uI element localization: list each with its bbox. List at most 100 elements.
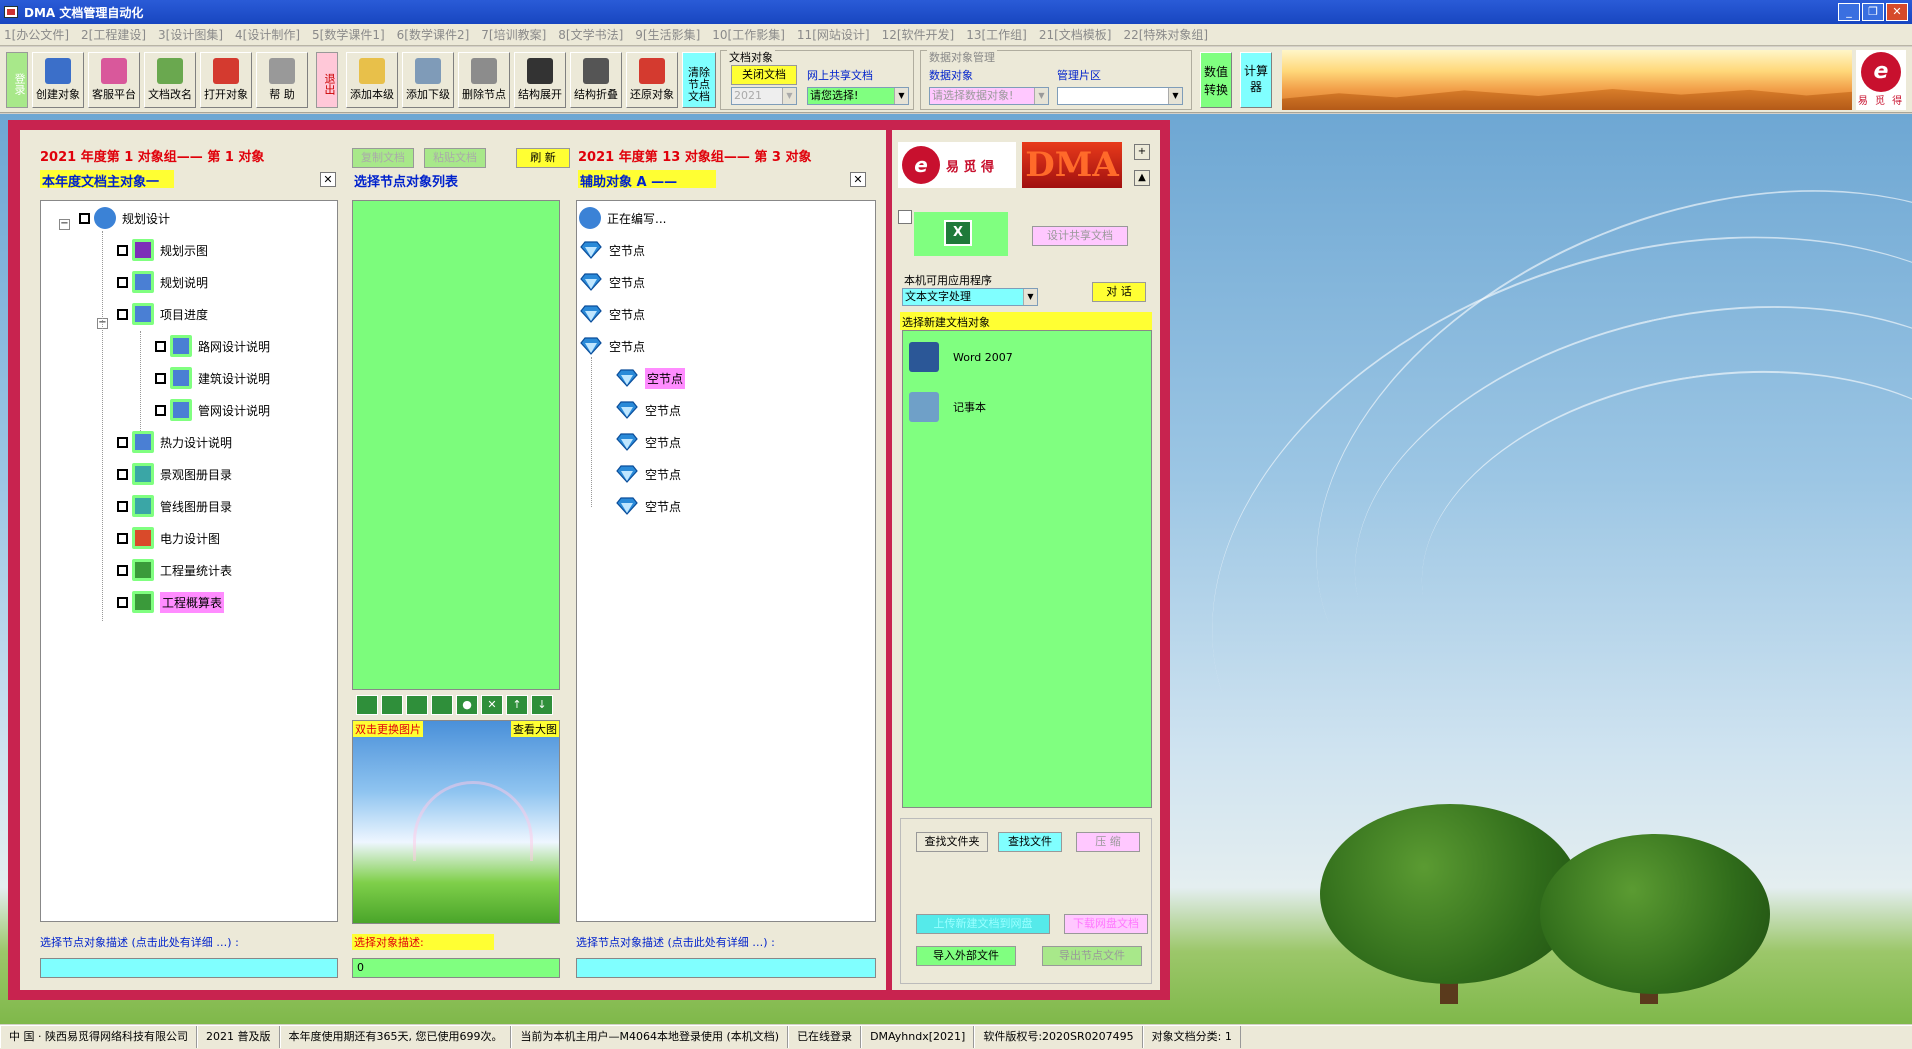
menu-item[interactable]: 3[设计图集] bbox=[158, 26, 223, 43]
move-up-button[interactable]: ↑ bbox=[506, 695, 528, 715]
menu-item[interactable]: 5[数学课件1] bbox=[312, 26, 385, 43]
view-large-label[interactable]: 查看大图 bbox=[511, 721, 559, 737]
change-image-label[interactable]: 双击更换图片 bbox=[353, 721, 423, 737]
aux-node[interactable]: 空节点 bbox=[579, 301, 645, 327]
tree-node[interactable]: 工程量统计表 bbox=[117, 557, 232, 583]
aux-node[interactable]: 正在编写... bbox=[579, 205, 666, 231]
checkbox[interactable] bbox=[117, 564, 128, 576]
collapse-toggle[interactable]: − bbox=[59, 219, 70, 230]
tree-node[interactable]: 管线图册目录 bbox=[117, 493, 232, 519]
checkbox[interactable] bbox=[117, 436, 128, 448]
excel-icon[interactable]: X bbox=[944, 220, 972, 246]
import-file-button[interactable]: 导入外部文件 bbox=[916, 946, 1016, 966]
service-platform-button[interactable]: 客服平台 bbox=[88, 52, 140, 108]
checkbox[interactable] bbox=[117, 308, 128, 320]
help-button[interactable]: 帮 助 bbox=[256, 52, 308, 108]
add-sibling-button[interactable]: 添加本级 bbox=[346, 52, 398, 108]
design-share-button[interactable]: 设计共享文档 bbox=[1032, 226, 1128, 246]
aux-node[interactable]: 空节点 bbox=[579, 237, 645, 263]
export-file-button[interactable]: 导出节点文件 bbox=[1042, 946, 1142, 966]
aux-object-tree[interactable]: 正在编写... 空节点 空节点 空节点 空节点 空节点 空节点 空节点 空节点 空节点 bbox=[576, 200, 876, 922]
checkbox[interactable] bbox=[117, 596, 128, 608]
collapse-structure-button[interactable]: 结构折叠 bbox=[570, 52, 622, 108]
aux-node[interactable]: 空节点 bbox=[615, 429, 681, 455]
checkbox[interactable] bbox=[155, 340, 166, 352]
tree-node[interactable]: 规划设计 bbox=[79, 205, 170, 231]
tree-node[interactable]: 项目进度 bbox=[117, 301, 208, 327]
aux-node[interactable]: 空节点 bbox=[615, 493, 681, 519]
node-desc-field[interactable] bbox=[40, 958, 338, 978]
tree-node[interactable]: 规划示图 bbox=[117, 237, 208, 263]
create-object-button[interactable]: 创建对象 bbox=[32, 52, 84, 108]
dialog-button[interactable]: 对 话 bbox=[1092, 282, 1146, 302]
menu-item[interactable]: 9[生活影集] bbox=[635, 26, 700, 43]
node-desc-label[interactable]: 选择节点对象描述 (点击此处有详细 …) : bbox=[40, 934, 239, 950]
edit-doc-icon[interactable] bbox=[898, 210, 912, 224]
node-object-list[interactable] bbox=[352, 200, 560, 690]
aux-desc-field[interactable] bbox=[576, 958, 876, 978]
login-button[interactable]: 登录 bbox=[6, 52, 28, 108]
region-select[interactable]: ▼ bbox=[1057, 87, 1183, 105]
aux-node[interactable]: 空节点 bbox=[615, 365, 686, 391]
record-button[interactable]: ● bbox=[456, 695, 478, 715]
clear-node-doc-button[interactable]: 清除节点文档 bbox=[682, 52, 716, 108]
move-last-button[interactable] bbox=[431, 695, 453, 715]
aux-node[interactable]: 空节点 bbox=[579, 333, 645, 359]
paste-doc-button[interactable]: 粘贴文档 bbox=[424, 148, 486, 168]
menu-item[interactable]: 13[工作组] bbox=[966, 26, 1027, 43]
plus-button[interactable]: + bbox=[1134, 144, 1150, 160]
menu-item[interactable]: 21[文档模板] bbox=[1039, 26, 1112, 43]
checkbox[interactable] bbox=[117, 276, 128, 288]
tree-node[interactable]: 电力设计图 bbox=[117, 525, 220, 551]
aux-desc-label[interactable]: 选择节点对象描述 (点击此处有详细 …) : bbox=[576, 934, 775, 950]
menu-item[interactable]: 12[软件开发] bbox=[882, 26, 955, 43]
object-desc-field[interactable]: 0 bbox=[352, 958, 560, 978]
new-doc-list[interactable]: Word 2007 记事本 bbox=[902, 330, 1152, 808]
refresh-button[interactable]: 刷 新 bbox=[516, 148, 570, 168]
restore-object-button[interactable]: 还原对象 bbox=[626, 52, 678, 108]
numeric-convert-button[interactable]: 数值转换 bbox=[1200, 52, 1232, 108]
menu-item[interactable]: 7[培训教案] bbox=[481, 26, 546, 43]
checkbox[interactable] bbox=[79, 212, 90, 224]
tree-node[interactable]: 热力设计说明 bbox=[117, 429, 232, 455]
add-child-button[interactable]: 添加下级 bbox=[402, 52, 454, 108]
app-select[interactable]: 文本文字处理 ▼ bbox=[902, 288, 1038, 306]
checkbox[interactable] bbox=[117, 500, 128, 512]
delete-node-button[interactable]: 删除节点 bbox=[458, 52, 510, 108]
menu-item[interactable]: 4[设计制作] bbox=[235, 26, 300, 43]
data-object-select[interactable]: 请选择数据对象! ▼ bbox=[929, 87, 1049, 105]
checkbox[interactable] bbox=[117, 468, 128, 480]
aux-node[interactable]: 空节点 bbox=[615, 397, 681, 423]
checkbox[interactable] bbox=[117, 532, 128, 544]
preview-image[interactable]: 双击更换图片 查看大图 bbox=[352, 720, 560, 924]
menu-item[interactable]: 22[特殊对象组] bbox=[1123, 26, 1208, 43]
doc-select[interactable]: 请您选择! ▼ bbox=[807, 87, 909, 105]
scroll-up-button[interactable]: ▲ bbox=[1134, 170, 1150, 186]
tree-node[interactable]: 管网设计说明 bbox=[155, 397, 270, 423]
expand-structure-button[interactable]: 结构展开 bbox=[514, 52, 566, 108]
checkbox[interactable] bbox=[117, 244, 128, 256]
close-icon[interactable]: ✕ bbox=[850, 172, 866, 187]
app-item[interactable]: 记事本 bbox=[909, 389, 986, 425]
move-prev-button[interactable] bbox=[381, 695, 403, 715]
rename-doc-button[interactable]: 文档改名 bbox=[144, 52, 196, 108]
restore-button[interactable]: ❐ bbox=[1862, 3, 1884, 21]
close-button[interactable]: ✕ bbox=[1886, 3, 1908, 21]
menu-item[interactable]: 8[文学书法] bbox=[558, 26, 623, 43]
aux-node[interactable]: 空节点 bbox=[615, 461, 681, 487]
menu-item[interactable]: 1[办公文件] bbox=[4, 26, 69, 43]
delete-button[interactable]: ✕ bbox=[481, 695, 503, 715]
menu-item[interactable]: 11[网站设计] bbox=[797, 26, 870, 43]
compress-button[interactable]: 压 缩 bbox=[1076, 832, 1140, 852]
upload-button[interactable]: 上传新建文档到网盘 bbox=[916, 914, 1050, 934]
menu-item[interactable]: 10[工作影集] bbox=[712, 26, 785, 43]
close-icon[interactable]: ✕ bbox=[320, 172, 336, 187]
find-file-button[interactable]: 查找文件 bbox=[998, 832, 1062, 852]
move-down-button[interactable]: ↓ bbox=[531, 695, 553, 715]
aux-node[interactable]: 空节点 bbox=[579, 269, 645, 295]
minimize-button[interactable]: _ bbox=[1838, 3, 1860, 21]
copy-doc-button[interactable]: 复制文档 bbox=[352, 148, 414, 168]
year-select[interactable]: 2021 ▼ bbox=[731, 87, 797, 105]
menu-item[interactable]: 2[工程建设] bbox=[81, 26, 146, 43]
tree-node[interactable]: 工程概算表 bbox=[117, 589, 225, 615]
